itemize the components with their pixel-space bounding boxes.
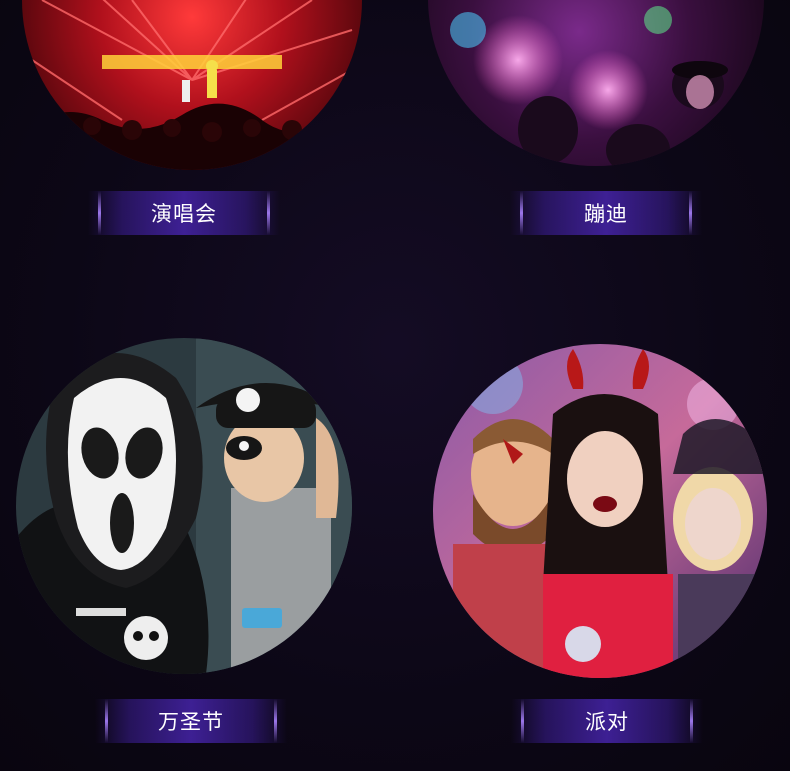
concert-label: 演唱会 <box>151 202 217 226</box>
scenes-page: 演唱会 蹦迪 万圣节 派对 <box>0 0 790 771</box>
halloween-photo <box>16 338 352 674</box>
party-image <box>433 344 767 678</box>
club-image <box>428 0 764 166</box>
party-label: 派对 <box>585 710 629 734</box>
party-label-bar: 派对 <box>511 699 703 743</box>
party-photo <box>433 344 767 678</box>
halloween-image <box>16 338 352 674</box>
halloween-label-bar: 万圣节 <box>95 699 287 743</box>
concert-label-bar: 演唱会 <box>88 191 280 235</box>
concert-photo <box>22 0 362 170</box>
club-label-bar: 蹦迪 <box>510 191 702 235</box>
club-photo <box>428 0 764 166</box>
club-label: 蹦迪 <box>584 202 628 226</box>
halloween-label: 万圣节 <box>158 710 224 734</box>
concert-image <box>22 0 362 170</box>
